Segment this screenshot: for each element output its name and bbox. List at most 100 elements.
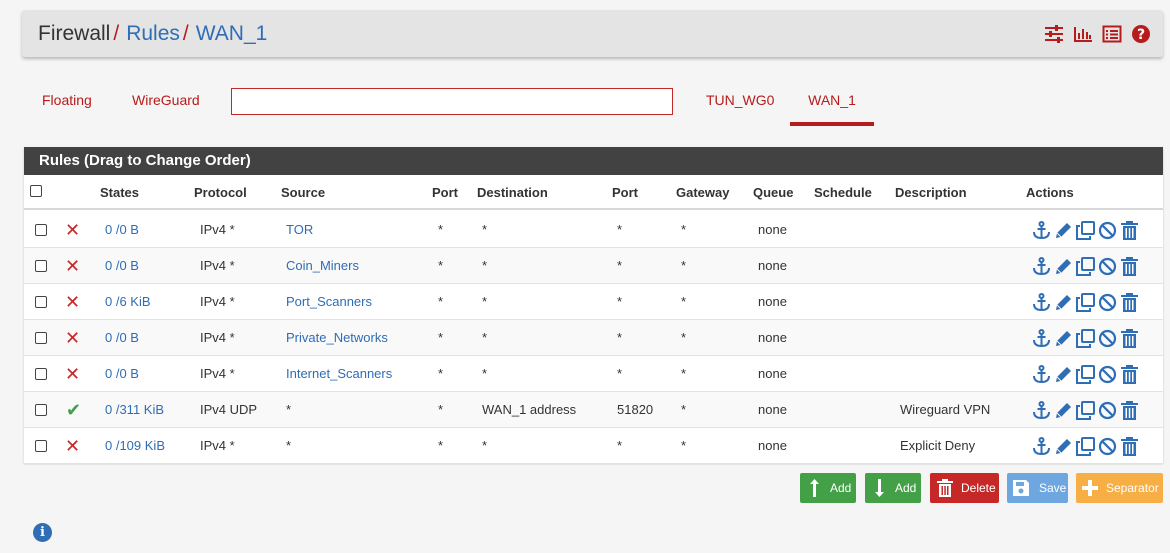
copy-icon[interactable] (1076, 293, 1095, 312)
col-schedule[interactable]: Schedule (814, 175, 872, 210)
table-row[interactable]: ✕ 0 /109 KiB IPv4 * * * * * * none Explicit Deny (24, 428, 1163, 464)
breadcrumb-rules-link[interactable]: Rules (126, 22, 180, 45)
rule-destination: * (482, 366, 488, 381)
table-row[interactable]: ✕ 0 /0 B IPv4 * Coin_Miners * * * * none (24, 248, 1163, 284)
edit-pencil-icon[interactable] (1054, 221, 1073, 240)
disable-icon[interactable] (1098, 293, 1117, 312)
save-icon (1013, 480, 1029, 496)
rule-source: * (286, 402, 292, 417)
anchor-icon[interactable] (1032, 257, 1051, 276)
rule-queue: none (758, 330, 787, 345)
disable-icon[interactable] (1098, 401, 1117, 420)
trash-icon[interactable] (1120, 257, 1139, 276)
rule-source[interactable]: Private_Networks (286, 320, 388, 356)
trash-icon[interactable] (1120, 365, 1139, 384)
edit-pencil-icon[interactable] (1054, 437, 1073, 456)
disable-icon[interactable] (1098, 437, 1117, 456)
col-source-port[interactable]: Port (432, 175, 458, 210)
tab-wan1[interactable]: WAN_1 (790, 82, 874, 126)
disable-icon[interactable] (1098, 257, 1117, 276)
rule-states[interactable]: 0 /0 B (105, 356, 139, 392)
rule-states[interactable]: 0 /0 B (105, 248, 139, 284)
row-checkbox[interactable] (35, 440, 47, 452)
edit-pencil-icon[interactable] (1054, 401, 1073, 420)
col-description[interactable]: Description (895, 175, 967, 210)
table-row[interactable]: ✕ 0 /0 B IPv4 * Private_Networks * * * * none (24, 320, 1163, 356)
help-icon[interactable]: ? (1131, 24, 1151, 44)
disable-icon[interactable] (1098, 221, 1117, 240)
row-checkbox[interactable] (35, 296, 47, 308)
anchor-icon[interactable] (1032, 401, 1051, 420)
breadcrumb-wan1-link[interactable]: WAN_1 (196, 22, 268, 45)
edit-pencil-icon[interactable] (1054, 257, 1073, 276)
edit-pencil-icon[interactable] (1054, 365, 1073, 384)
col-destination[interactable]: Destination (477, 175, 548, 210)
rule-states[interactable]: 0 /109 KiB (105, 428, 165, 464)
col-dest-port[interactable]: Port (612, 175, 638, 210)
disable-icon[interactable] (1098, 365, 1117, 384)
rule-states[interactable]: 0 /311 KiB (105, 392, 164, 428)
copy-icon[interactable] (1076, 329, 1095, 348)
anchor-icon[interactable] (1032, 365, 1051, 384)
anchor-icon[interactable] (1032, 329, 1051, 348)
rules-panel: Rules (Drag to Change Order) States Prot… (24, 147, 1163, 464)
copy-icon[interactable] (1076, 257, 1095, 276)
col-states[interactable]: States (100, 175, 139, 210)
trash-icon[interactable] (1120, 437, 1139, 456)
col-gateway[interactable]: Gateway (676, 175, 729, 210)
row-checkbox[interactable] (35, 224, 47, 236)
edit-pencil-icon[interactable] (1054, 293, 1073, 312)
copy-icon[interactable] (1076, 221, 1095, 240)
table-row[interactable]: ✕ 0 /0 B IPv4 * TOR * * * * none (24, 212, 1163, 248)
block-x-icon: ✕ (65, 256, 81, 276)
table-row[interactable]: ✕ 0 /0 B IPv4 * Internet_Scanners * * * * none (24, 356, 1163, 392)
sliders-icon[interactable] (1044, 24, 1064, 44)
trash-icon[interactable] (1120, 293, 1139, 312)
select-all-checkbox[interactable] (30, 185, 42, 197)
rule-source[interactable]: TOR (286, 212, 313, 248)
copy-icon[interactable] (1076, 437, 1095, 456)
rule-states[interactable]: 0 /6 KiB (105, 284, 151, 320)
trash-icon[interactable] (1120, 329, 1139, 348)
rule-source[interactable]: Port_Scanners (286, 284, 372, 320)
trash-icon[interactable] (1120, 221, 1139, 240)
chart-icon[interactable] (1073, 24, 1093, 44)
col-queue[interactable]: Queue (753, 175, 793, 210)
edit-pencil-icon[interactable] (1054, 329, 1073, 348)
table-row[interactable]: ✔ 0 /311 KiB IPv4 UDP * * WAN_1 address 51820 *… (24, 392, 1163, 428)
anchor-icon[interactable] (1032, 437, 1051, 456)
row-checkbox[interactable] (35, 260, 47, 272)
rule-queue: none (758, 222, 787, 237)
anchor-icon[interactable] (1032, 293, 1051, 312)
row-checkbox[interactable] (35, 368, 47, 380)
delete-button[interactable]: Delete (930, 473, 999, 503)
rule-protocol: IPv4 * (200, 258, 235, 273)
info-icon[interactable]: i (33, 523, 52, 542)
rule-destination: * (482, 438, 488, 453)
table-row[interactable]: ✕ 0 /6 KiB IPv4 * Port_Scanners * * * * none (24, 284, 1163, 320)
rule-gateway: * (681, 366, 687, 381)
add-top-button[interactable]: Add (800, 473, 856, 503)
list-icon[interactable] (1102, 24, 1122, 44)
row-checkbox[interactable] (35, 404, 47, 416)
rule-states[interactable]: 0 /0 B (105, 212, 139, 248)
add-bottom-button[interactable]: Add (865, 473, 921, 503)
separator-button[interactable]: Separator (1076, 473, 1163, 503)
rule-source[interactable]: Internet_Scanners (286, 356, 392, 392)
col-protocol[interactable]: Protocol (194, 175, 247, 210)
tab-unnamed-interface[interactable] (231, 88, 673, 115)
arrow-up-icon (810, 479, 819, 497)
anchor-icon[interactable] (1032, 221, 1051, 240)
rule-states[interactable]: 0 /0 B (105, 320, 139, 356)
row-checkbox[interactable] (35, 332, 47, 344)
disable-icon[interactable] (1098, 329, 1117, 348)
tab-wireguard[interactable]: WireGuard (132, 82, 200, 126)
copy-icon[interactable] (1076, 365, 1095, 384)
col-source[interactable]: Source (281, 175, 325, 210)
trash-icon[interactable] (1120, 401, 1139, 420)
copy-icon[interactable] (1076, 401, 1095, 420)
save-button[interactable]: Save (1007, 473, 1068, 503)
tab-floating[interactable]: Floating (42, 82, 92, 126)
tab-tun-wg0[interactable]: TUN_WG0 (706, 82, 774, 126)
rule-source[interactable]: Coin_Miners (286, 248, 359, 284)
